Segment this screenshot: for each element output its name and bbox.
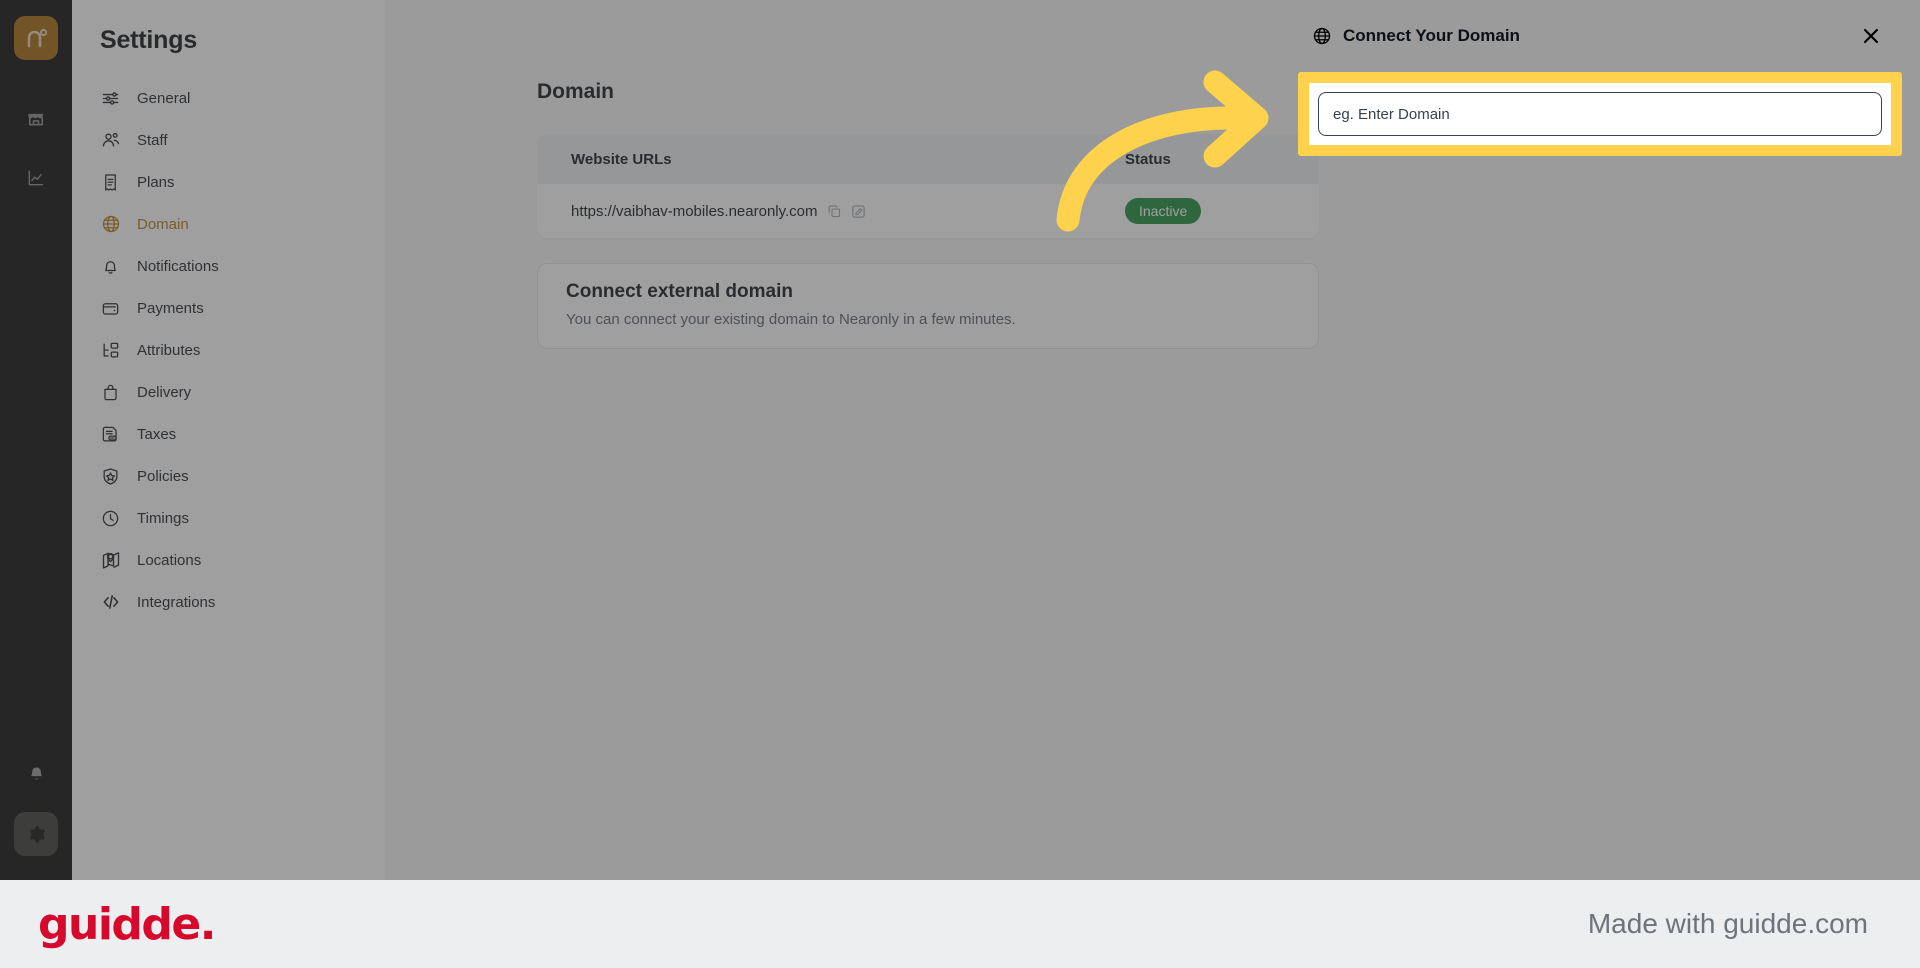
globe-icon <box>1312 26 1332 46</box>
column-header-status: Status <box>1125 150 1171 168</box>
sidebar-item-staff[interactable]: Staff <box>72 119 385 161</box>
sidebar-item-label: Payments <box>137 299 204 317</box>
sidebar-item-policies[interactable]: Policies <box>72 455 385 497</box>
close-icon[interactable] <box>1858 23 1884 49</box>
nearonly-logo[interactable] <box>14 16 58 60</box>
status-cell: Inactive <box>1125 198 1285 224</box>
sidebar-item-payments[interactable]: Payments <box>72 287 385 329</box>
sidebar-item-label: General <box>137 89 191 107</box>
sidebar-item-label: Attributes <box>137 341 201 359</box>
notifications-icon[interactable] <box>14 754 58 794</box>
domain-table: Website URLs Status https://vaibhav-mobi… <box>537 134 1319 238</box>
settings-icon[interactable] <box>14 812 58 856</box>
sidebar-item-label: Locations <box>137 551 202 569</box>
settings-nav: General Staff Plans Domain Notifications… <box>72 77 385 623</box>
page-title: Settings <box>100 26 198 54</box>
guidde-logo: guidde. <box>38 898 216 950</box>
sidebar-item-locations[interactable]: Locations <box>72 539 385 581</box>
sidebar-item-notifications[interactable]: Notifications <box>72 245 385 287</box>
guidde-footer: guidde. Made with guidde.com <box>0 880 1920 968</box>
sidebar-item-label: Timings <box>137 509 189 527</box>
store-icon[interactable] <box>14 98 58 138</box>
sidebar-item-label: Plans <box>137 173 175 191</box>
sidebar-item-label: Taxes <box>137 425 177 443</box>
bag-icon <box>100 382 121 403</box>
globe-icon <box>100 214 121 235</box>
table-header-row: Website URLs Status <box>537 134 1319 184</box>
shield-icon <box>100 466 121 487</box>
settings-sidebar: Settings General Staff Plans Domain Noti… <box>72 0 385 880</box>
drawer-title: Connect Your Domain <box>1343 26 1520 45</box>
sidebar-item-label: Delivery <box>137 383 192 401</box>
status-badge: Inactive <box>1125 198 1202 224</box>
map-icon <box>100 550 121 571</box>
screen-root: Settings General Staff Plans Domain Noti… <box>0 0 1920 968</box>
hierarchy-icon <box>100 340 121 361</box>
domain-input[interactable] <box>1318 92 1882 136</box>
input-highlight-annotation <box>1298 72 1902 156</box>
table-row: https://vaibhav-mobiles.nearonly.com Ina… <box>537 184 1319 238</box>
sidebar-item-label: Notifications <box>137 257 219 275</box>
edit-icon[interactable] <box>851 204 866 219</box>
sidebar-item-attributes[interactable]: Attributes <box>72 329 385 371</box>
connect-domain-drawer: Connect Your Domain <box>1286 0 1920 880</box>
sidebar-item-integrations[interactable]: Integrations <box>72 581 385 623</box>
sidebar-item-timings[interactable]: Timings <box>72 497 385 539</box>
sidebar-item-label: Policies <box>137 467 189 485</box>
sidebar-item-label: Domain <box>137 215 189 233</box>
bell-icon <box>100 256 121 277</box>
sidebar-item-general[interactable]: General <box>72 77 385 119</box>
sidebar-item-label: Integrations <box>137 593 216 611</box>
connect-card-title: Connect external domain <box>566 281 793 302</box>
sidebar-item-label: Staff <box>137 131 168 149</box>
tax-document-icon <box>100 424 121 445</box>
sidebar-item-domain[interactable]: Domain <box>72 203 385 245</box>
application-window: Settings General Staff Plans Domain Noti… <box>0 0 1920 880</box>
clock-icon <box>100 508 121 529</box>
column-header-urls: Website URLs <box>571 150 672 168</box>
url-cell: https://vaibhav-mobiles.nearonly.com <box>571 203 1125 220</box>
analytics-icon[interactable] <box>14 158 58 198</box>
receipt-icon <box>100 172 121 193</box>
sidebar-item-delivery[interactable]: Delivery <box>72 371 385 413</box>
users-icon <box>100 130 121 151</box>
code-icon <box>100 592 121 613</box>
connect-card-subtitle: You can connect your existing domain to … <box>566 311 1016 328</box>
made-with-guidde-label: Made with guidde.com <box>1587 908 1868 939</box>
copy-icon[interactable] <box>827 204 842 219</box>
sidebar-item-plans[interactable]: Plans <box>72 161 385 203</box>
sidebar-item-taxes[interactable]: Taxes <box>72 413 385 455</box>
sliders-icon <box>100 88 121 109</box>
left-icon-rail <box>0 0 72 880</box>
website-url[interactable]: https://vaibhav-mobiles.nearonly.com <box>571 203 818 220</box>
wallet-icon <box>100 298 121 319</box>
connect-external-domain-card[interactable]: Connect external domain You can connect … <box>537 263 1319 349</box>
drawer-header: Connect Your Domain <box>1286 0 1920 72</box>
